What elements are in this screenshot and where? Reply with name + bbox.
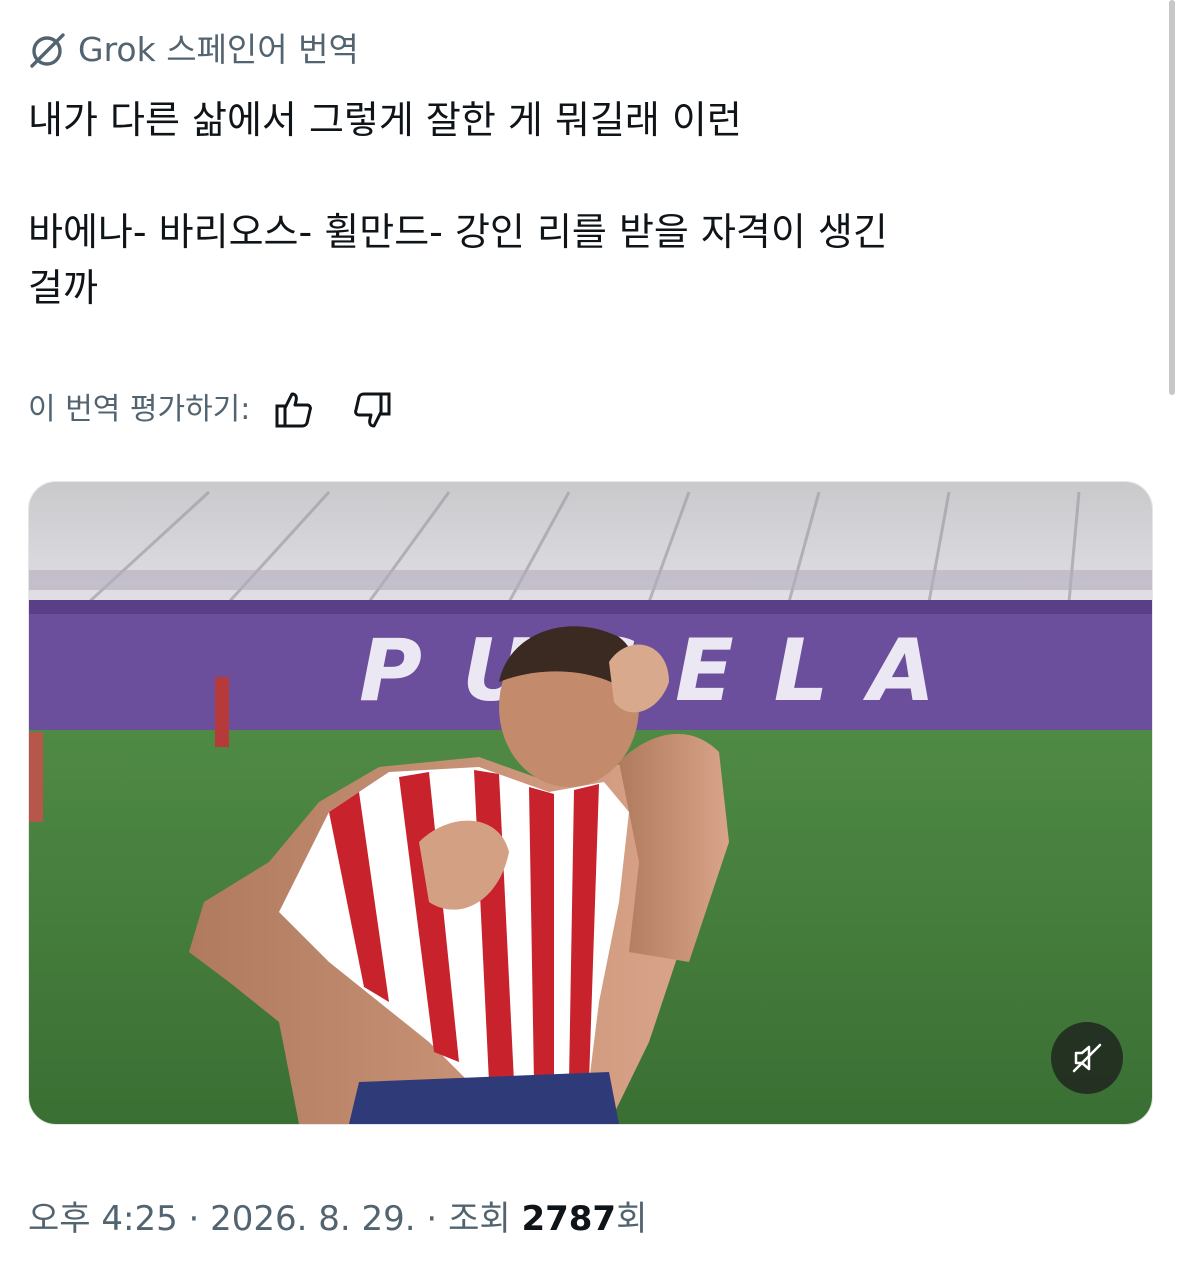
post-time: 오후 4:25 [28, 1199, 178, 1239]
tweet-text-line: 내가 다른 삶에서 그렇게 잘한 게 뭐길래 이런 [28, 98, 742, 142]
translation-header-label: Grok 스페인어 번역 [78, 30, 359, 69]
views-count: 2787 [521, 1199, 617, 1239]
thumbs-down-button[interactable] [348, 386, 396, 434]
post-date: 2026. 8. 29. [210, 1199, 416, 1239]
views-suffix: 회 [616, 1199, 648, 1239]
thumbs-up-button[interactable] [270, 386, 318, 434]
video-frame: PUCELA [29, 482, 1152, 1124]
tweet-text: 내가 다른 삶에서 그렇게 잘한 게 뭐길래 이런 바에나- 바리오스- 휠만드… [28, 92, 1138, 316]
tweet-text-line: 바에나- 바리오스- 휠만드- 강인 리를 받을 자격이 생긴 [28, 210, 888, 254]
grok-icon [28, 30, 68, 70]
speaker-muted-icon [1072, 1043, 1102, 1073]
meta-separator: · [415, 1199, 449, 1239]
translation-header: Grok 스페인어 번역 [28, 28, 359, 72]
tweet-meta: 오후 4:25 · 2026. 8. 29. · 조회 2787회 [28, 1194, 647, 1244]
meta-separator: · [177, 1199, 211, 1239]
thumbs-down-icon [354, 392, 391, 428]
thumbs-up-icon [275, 392, 313, 428]
translation-rating: 이 번역 평가하기: [28, 386, 396, 434]
scrollbar[interactable] [1169, 0, 1175, 395]
views-prefix: 조회 [448, 1199, 522, 1239]
video-player[interactable]: PUCELA [28, 481, 1153, 1125]
tweet-text-line: 걸까 [28, 266, 98, 310]
rating-label: 이 번역 평가하기: [28, 392, 251, 427]
mute-button[interactable] [1051, 1022, 1123, 1094]
